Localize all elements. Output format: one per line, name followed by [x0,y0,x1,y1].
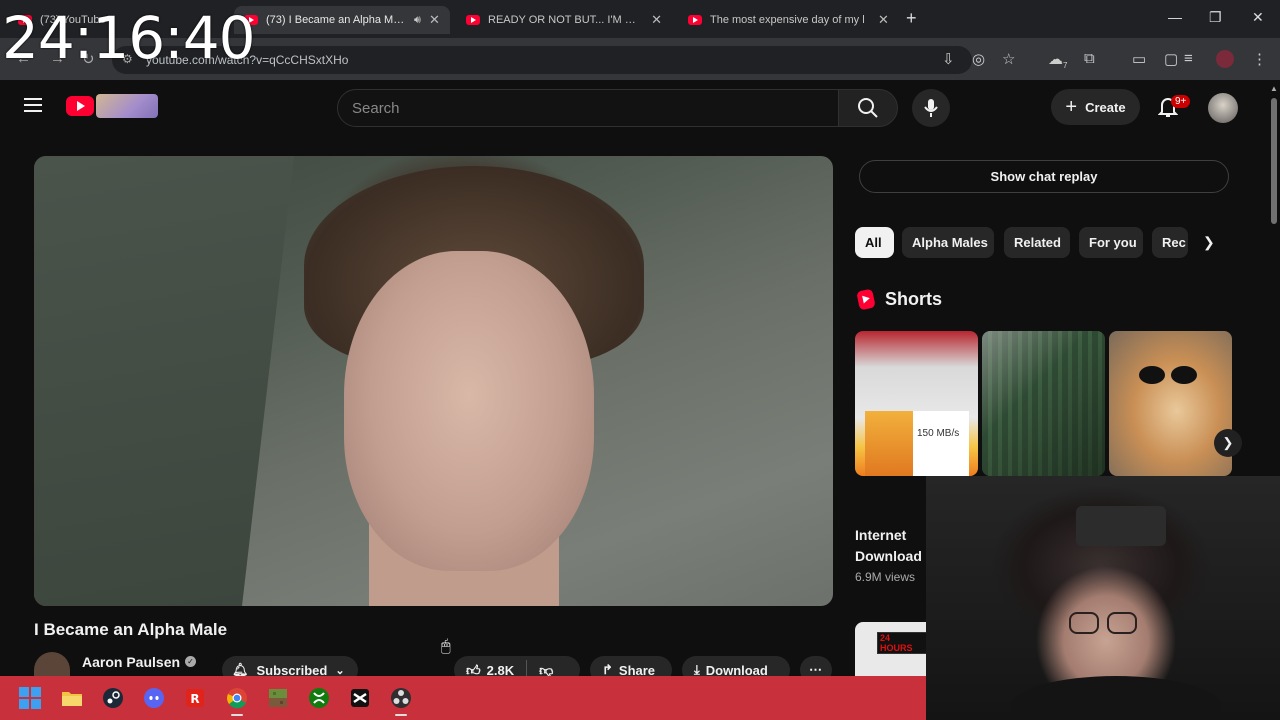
plus-icon: + [1065,95,1078,118]
scroll-up-icon[interactable]: ▲ [1270,84,1278,93]
verified-badge-icon: ✓ [185,656,196,667]
chip-label: All [865,235,882,250]
discord-icon[interactable] [142,686,166,710]
steam-icon[interactable] [101,686,125,710]
chip-all[interactable]: All [855,227,894,258]
stream-clock: 24:16:40 [2,4,255,72]
search-box [337,89,839,127]
create-label: Create [1085,99,1126,115]
youtube-favicon-icon [466,15,480,25]
minecraft-icon[interactable] [266,686,290,710]
tracking-blocked-icon[interactable]: ◎ [972,50,985,68]
extension-badge: 7 [1063,61,1068,70]
profile-avatar[interactable] [1216,50,1234,68]
streamer-webcam-overlay [926,476,1280,720]
search-icon [858,98,878,118]
search-input[interactable] [352,99,838,117]
chip-label: Rec [1162,235,1186,250]
microphone-icon [924,99,938,117]
short-thumbnail[interactable] [1109,331,1232,476]
show-chat-replay-button[interactable]: Show chat replay [859,160,1229,193]
active-app-indicator [395,714,407,716]
youtube-doodle-logo[interactable] [96,94,158,118]
chip-for-you[interactable]: For you [1079,227,1143,258]
youtube-favicon-icon [688,15,702,25]
roblox-icon[interactable]: R [183,686,207,710]
mouse-cursor-icon: 🖱︎ [441,638,451,655]
video-person-face [344,251,594,571]
install-app-icon[interactable]: ⇩ [942,50,955,68]
chips-next-chevron-icon[interactable]: ❯ [1203,234,1215,251]
obs-icon[interactable] [389,686,413,710]
chip-related[interactable]: Related [1004,227,1070,258]
browser-tab-ready-or-not[interactable]: READY OR NOT BUT... I'M NOT ✕ [456,6,672,34]
media-control-icon[interactable]: ≡ [1184,50,1193,67]
xbox-icon[interactable] [307,686,331,710]
hamburger-menu-icon[interactable] [24,98,42,112]
chip-label: For you [1089,235,1137,250]
search-button[interactable] [838,89,898,127]
streamer-glasses [1069,612,1141,634]
notification-count-badge: 9+ [1171,95,1191,108]
channel-name[interactable]: Aaron Paulsen [82,654,180,670]
split-view-icon[interactable]: ▭ [1132,50,1146,68]
shorts-next-arrow-icon[interactable]: ❯ [1214,429,1242,457]
windows-start-icon[interactable] [18,686,42,710]
create-button[interactable]: + Create [1051,89,1140,125]
file-explorer-icon[interactable] [60,686,84,710]
browser-menu-icon[interactable]: ⋮ [1252,50,1267,68]
chip-recent[interactable]: Rec [1152,227,1188,258]
scrollbar-thumb[interactable] [1271,98,1277,224]
chip-label: Alpha Males [912,235,988,250]
chip-label: Related [1014,235,1061,250]
browser-tab-expensive-day[interactable]: The most expensive day of my l ✕ [678,6,900,34]
new-tab-icon[interactable]: + [906,8,917,29]
shorts-logo-icon [856,288,876,311]
capcut-icon[interactable] [348,686,372,710]
short-thumbnail[interactable] [982,331,1105,476]
thumbnail-text: 24 HOURS [877,632,927,654]
youtube-logo[interactable] [66,96,94,116]
short-views: 6.9M views [855,570,916,584]
short-caption[interactable]: Internet Download [855,525,927,567]
recommended-video-thumbnail[interactable]: 24 HOURS [855,622,927,680]
streamer-shirt [1011,676,1221,720]
windows-taskbar [0,676,926,720]
extension-icon[interactable]: ☁7 [1048,50,1067,70]
chevron-down-icon: ⌄ [335,664,345,677]
active-app-indicator [231,714,243,716]
minimize-window-icon[interactable]: — [1168,9,1182,25]
close-tab-icon[interactable]: ✕ [878,12,889,28]
short-overlay-text: 150 MB/s [917,428,960,439]
short-meme-overlay: 150 MB/s [865,411,969,476]
tab-title: The most expensive day of my l [710,14,865,26]
short-thumbnail[interactable]: 150 MB/s [855,331,978,476]
voice-search-button[interactable] [912,89,950,127]
cat-sunglasses [1139,366,1199,384]
video-player[interactable] [34,156,833,606]
maximize-window-icon[interactable]: ❐ [1209,9,1222,26]
close-tab-icon[interactable]: ✕ [651,12,662,28]
audio-playing-icon[interactable]: 🔊︎ [414,14,421,27]
channel-avatar[interactable] [34,652,70,676]
svg-text:R: R [190,692,199,706]
video-title: I Became an Alpha Male [34,620,228,639]
chip-alpha-males[interactable]: Alpha Males [902,227,994,258]
video-background-wall [34,156,294,606]
extensions-puzzle-icon[interactable]: ⧉ [1084,50,1095,67]
browser-tab-current-video[interactable]: (73) I Became an Alpha Male 🔊︎ ✕ [234,6,450,34]
tab-title: READY OR NOT BUT... I'M NOT [488,14,644,26]
close-window-icon[interactable]: ✕ [1252,9,1264,26]
shorts-title: Shorts [885,289,943,309]
webcam-background-object [1076,506,1166,546]
close-tab-icon[interactable]: ✕ [429,12,440,28]
chrome-icon[interactable] [225,686,249,710]
chat-replay-label: Show chat replay [990,169,1098,184]
user-avatar[interactable] [1208,93,1238,123]
cast-icon[interactable]: ▢ [1164,50,1178,68]
tab-title: (73) I Became an Alpha Male [266,14,406,26]
bookmark-star-icon[interactable]: ☆ [1002,50,1015,68]
